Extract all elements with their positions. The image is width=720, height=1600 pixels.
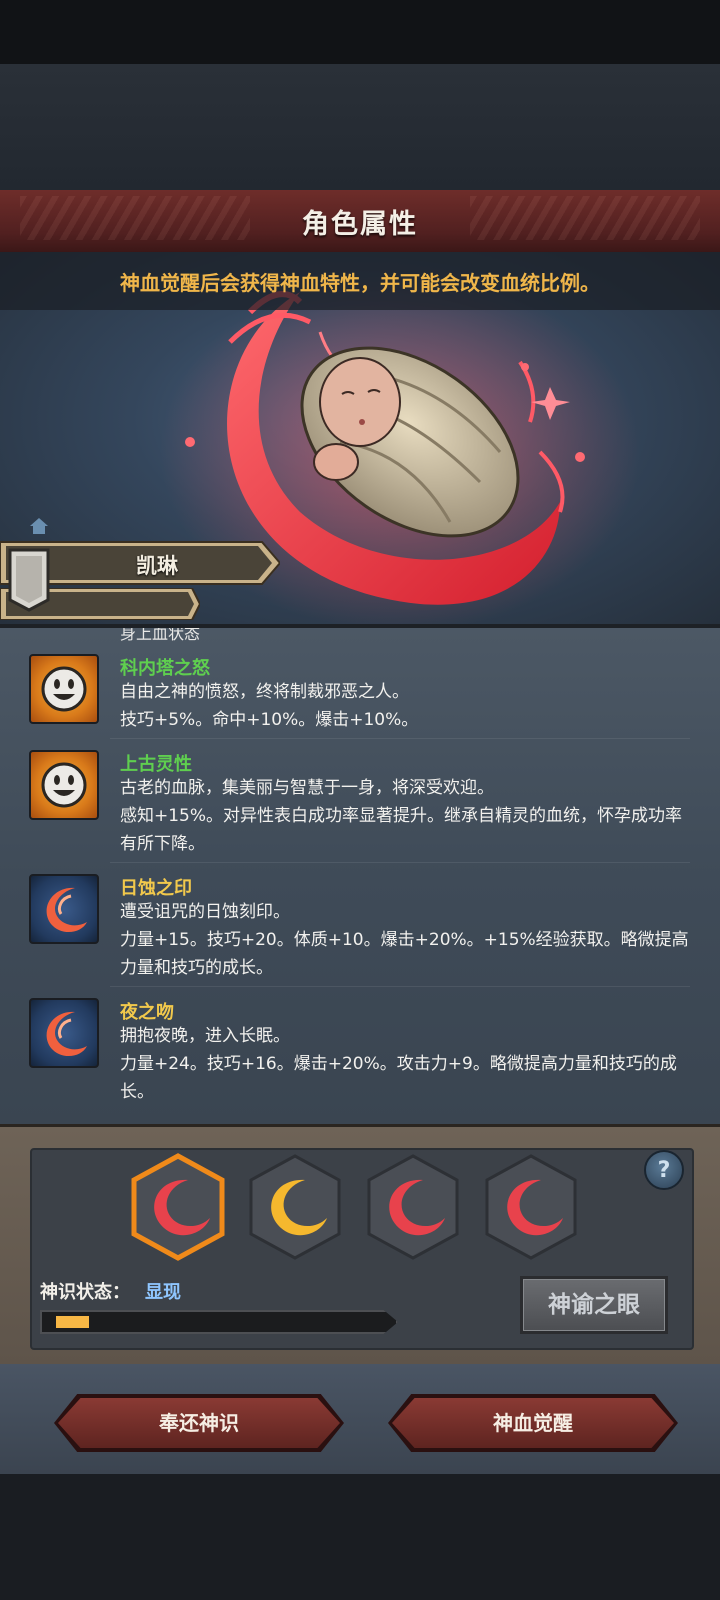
awaken-bloodline-label: 神血觉醒	[392, 1398, 674, 1448]
status-label: 神识状态：	[40, 1282, 130, 1303]
oracle-eye-button[interactable]: 神谕之眼	[520, 1276, 668, 1334]
smiley-sun-icon	[29, 654, 99, 724]
trait-description: 古老的血脉，集美丽与智慧于一身，将深受欢迎。	[120, 778, 494, 798]
page-title: 角色属性	[302, 209, 418, 240]
help-icon[interactable]: ?	[644, 1150, 684, 1190]
trait-name: 日蚀之印	[120, 878, 192, 899]
top-backdrop	[0, 64, 720, 190]
trait-description: 自由之神的愤怒，终将制裁邪恶之人。	[120, 682, 409, 702]
character-name: 凯琳	[136, 554, 178, 578]
trait-description: 遭受诅咒的日蚀刻印。	[120, 902, 290, 922]
divider	[110, 862, 690, 863]
divider	[110, 986, 690, 987]
trait-name: 科内塔之怒	[120, 658, 210, 679]
status-value: 显现	[145, 1282, 181, 1303]
crimson-crescent-icon	[29, 874, 99, 944]
trait-effects: 力量+15。技巧+20。体质+10。爆击+20%。+15%经验获取。略微提高力量…	[120, 930, 689, 978]
awakening-progress-bar	[40, 1310, 398, 1334]
home-icon	[30, 518, 48, 534]
crimson-crescent-icon	[29, 998, 99, 1068]
trait-effects: 技巧+5%。命中+10%。爆击+10%。	[120, 710, 419, 730]
subtitle-text: 神血觉醒后会获得神血特性，并可能会改变血统比例。	[120, 271, 600, 295]
rank-banner-icon	[8, 548, 50, 612]
trait-list[interactable]: 身上血状态 科内塔之怒 自由之神的愤怒，终将制裁邪恶之人。 技巧+5%。命中+1…	[0, 628, 720, 1124]
smiley-sun-icon	[29, 750, 99, 820]
return-divinity-button[interactable]: 奉还神识	[54, 1394, 344, 1452]
bloodline-slot-2[interactable]	[245, 1152, 345, 1262]
return-divinity-label: 奉还神识	[58, 1398, 340, 1448]
trait-name: 夜之吻	[120, 1002, 174, 1023]
trait-effects: 力量+24。技巧+16。爆击+20%。攻击力+9。略微提高力量和技巧的成长。	[120, 1054, 677, 1102]
progress-fill	[56, 1316, 89, 1328]
bloodline-slot-3[interactable]	[363, 1152, 463, 1262]
trait-description: 拥抱夜晚，进入长眠。	[120, 1026, 290, 1046]
trait-name: 上古灵性	[120, 754, 192, 775]
bottom-area	[0, 1474, 720, 1600]
status-bar-area	[0, 0, 720, 64]
bloodline-slot-1[interactable]	[128, 1152, 228, 1262]
bloodline-slot-4[interactable]	[481, 1152, 581, 1262]
trait-effects: 感知+15%。对异性表白成功率显著提升。继承自精灵的血统，怀孕成功率有所下降。	[120, 806, 683, 854]
divider	[110, 738, 690, 739]
awaken-bloodline-button[interactable]: 神血觉醒	[388, 1394, 678, 1452]
clipped-trait-line: 身上血状态	[120, 628, 201, 643]
